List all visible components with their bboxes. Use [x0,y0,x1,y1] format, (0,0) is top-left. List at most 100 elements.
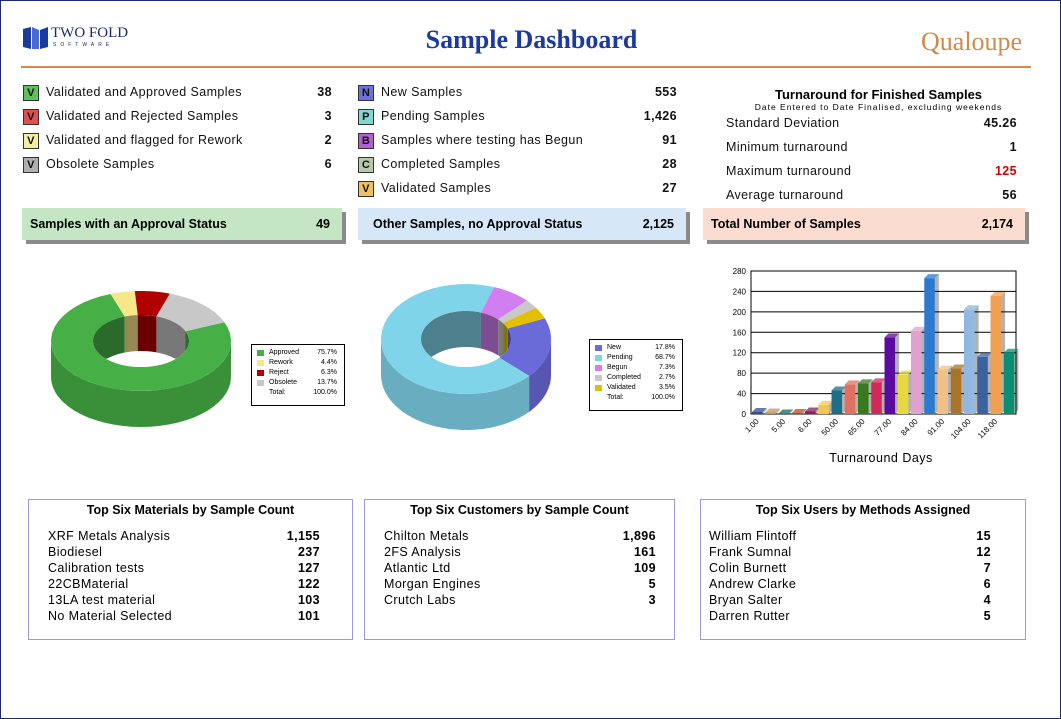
row-value: 3 [324,109,332,123]
summary-value: 2,174 [981,217,1013,231]
row-value: 6 [983,577,991,591]
table-row: 2FS Analysis 161 [384,545,656,561]
row-value: 237 [297,545,320,559]
row-value: 38 [317,85,332,99]
row-label: Andrew Clarke [709,577,797,591]
bar [831,386,847,414]
table-row: Crutch Labs 3 [384,593,656,609]
row-label: Minimum turnaround [726,140,848,154]
table-row: No Material Selected 101 [48,609,320,625]
table-row: 13LA test material 103 [48,593,320,609]
legend-total-label: Total: [607,394,624,401]
total-summary: Total Number of Samples 2,174 [703,208,1025,240]
row-value: 1 [1009,140,1017,154]
x-tick-label: 5.00 [770,417,788,435]
x-tick-label: 91.00 [926,417,947,438]
turnaround-title: Turnaround for Finished Samples [774,87,983,102]
row-value: 161 [633,545,656,559]
table-row: William Flintoff 15 [709,529,991,545]
legend-total-label: Total: [269,389,286,396]
row-value: 56 [1002,188,1017,202]
y-tick-label: 280 [733,267,747,276]
row-label: Pending Samples [381,109,485,123]
table-row: XRF Metals Analysis 1,155 [48,529,320,545]
summary-label: Other Samples, no Approval Status [373,217,583,231]
materials-table: Top Six Materials by Sample Count XRF Met… [28,499,353,640]
status-b-icon: B [358,133,374,149]
approval-summary: Samples with an Approval Status 49 [22,208,342,240]
legend-label: Obsolete [269,379,298,386]
row-label: Chilton Metals [384,529,469,543]
y-tick-label: 80 [737,369,746,378]
page-title: Sample Dashboard [425,25,638,54]
summary-label: Samples with an Approval Status [30,217,227,231]
legend-item: New 17.8% [595,344,675,353]
row-label: Validated Samples [381,181,492,195]
donut-inner-wall [480,312,499,356]
bar [950,364,966,414]
row-value: 101 [297,609,320,623]
row-label: Bryan Salter [709,593,783,607]
table-row: Colin Burnett 7 [709,561,991,577]
status-row: V Obsolete Samples 6 [23,156,332,174]
row-label: Standard Deviation [726,116,840,130]
status-v-icon: V [23,133,39,149]
row-label: 22CBMaterial [48,577,129,591]
legend-swatch [595,355,602,361]
x-tick-label: 65.00 [846,417,867,438]
bar [1003,348,1019,414]
x-axis-title: Turnaround Days [829,451,933,465]
status-row: Standard Deviation 45.26 [706,115,1017,133]
legend-item: Completed 2.7% [595,374,675,383]
bar [884,333,900,414]
legend-item: Approved 75.7% [257,349,337,358]
row-label: Biodiesel [48,545,103,559]
row-value: 109 [633,561,656,575]
row-value: 5 [648,577,656,591]
row-value: 1,155 [286,529,320,543]
legend-percent: 75.7% [317,349,337,356]
donut-inner-wall [137,315,157,353]
row-label: Validated and flagged for Rework [46,133,243,147]
y-tick-label: 200 [733,308,747,317]
legend-label: New [607,344,622,351]
row-label: Calibration tests [48,561,145,575]
table-row: Biodiesel 237 [48,545,320,561]
legend-label: Reject [269,369,289,376]
legend-item: Validated 3.5% [595,384,675,393]
legend-percent: 6.3% [321,369,337,376]
legend-swatch [595,385,602,391]
legend-percent: 17.8% [655,344,675,351]
table-row: Calibration tests 127 [48,561,320,577]
bar [937,365,953,414]
row-label: Average turnaround [726,188,844,202]
legend-item: Begun 7.3% [595,364,675,373]
status-row: C Completed Samples 28 [358,156,677,174]
status-c-icon: C [358,157,374,173]
qualoupe-logo: Qualoupe [921,27,1023,56]
y-tick-label: 160 [733,328,747,337]
y-tick-label: 40 [737,390,746,399]
status-row: V Validated and Approved Samples 38 [23,84,332,102]
bar [964,305,979,414]
x-tick-label: 6.00 [796,417,814,435]
legend-swatch [257,380,264,386]
row-label: Obsolete Samples [46,157,155,171]
row-value: 103 [297,593,320,607]
row-value: 6 [324,157,332,171]
x-tick-label: 118.00 [976,417,1000,441]
turnaround-subtitle: Date Entered to Date Finalised, excludin… [754,102,1003,112]
bar [818,400,833,414]
row-label: Samples where testing has Begun [381,133,584,147]
legend-swatch [257,360,264,366]
x-tick-label: 77.00 [873,417,894,438]
legend-label: Pending [607,354,633,361]
row-value: 125 [994,164,1017,178]
bar [911,326,926,414]
y-tick-label: 240 [733,287,747,296]
other-legend: New 17.8% Pending 68.7% Begun 7.3% Completed 2.… [589,339,683,411]
bar [858,379,873,414]
legend-item: Rework 4.4% [257,359,337,368]
legend-swatch [595,345,602,351]
row-label: Colin Burnett [709,561,787,575]
